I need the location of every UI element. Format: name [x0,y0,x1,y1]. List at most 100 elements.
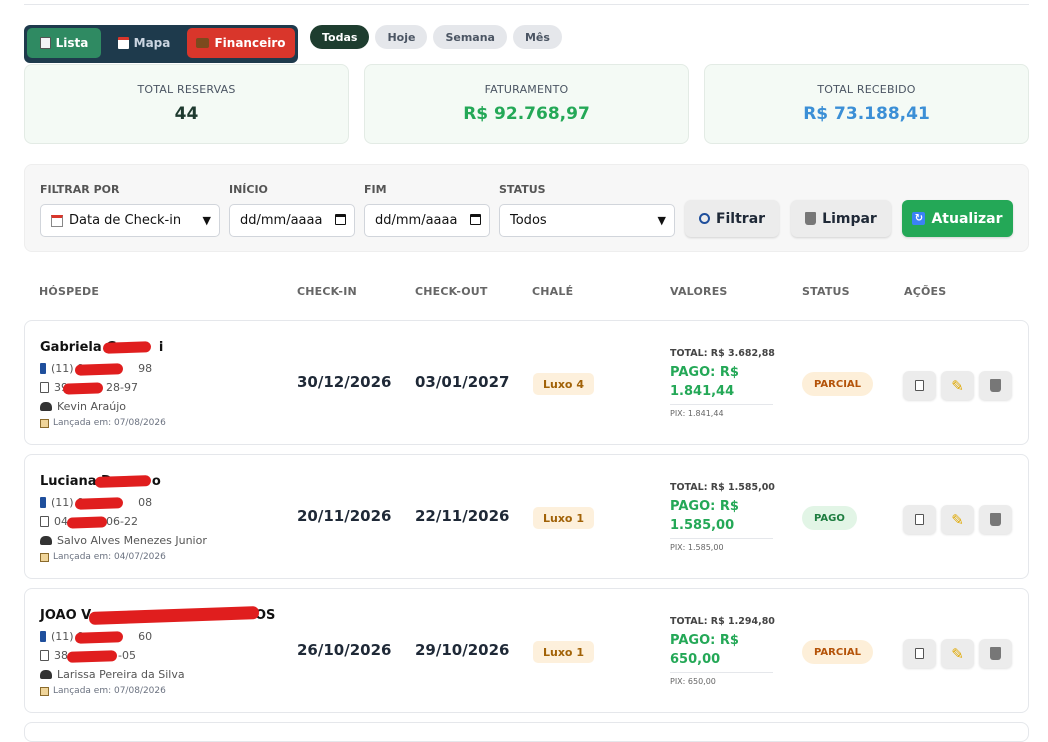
user-icon [40,670,52,679]
delete-button[interactable] [979,639,1012,668]
delete-button[interactable] [979,505,1012,534]
filter-panel: FILTRAR POR Data de Check-in ▼ INÍCIO dd… [24,164,1029,252]
calendar-icon [470,214,481,225]
checkin-date: 20/11/2026 [297,507,392,525]
view-button[interactable] [903,505,936,534]
checkin-date: 26/10/2026 [297,641,392,659]
top-divider [24,4,1029,5]
pencil-icon: ✎ [951,376,964,395]
document-icon [40,382,49,393]
note-icon [40,552,49,562]
period-todas[interactable]: Todas [310,25,370,49]
delete-button[interactable] [979,371,1012,400]
tab-mapa[interactable]: Mapa [105,28,183,58]
trash-icon [990,647,1001,660]
calendar-icon [51,214,63,227]
col-header-valores: VALORES [670,285,728,298]
status-value: Todos [510,213,547,228]
redaction-mark [66,516,108,529]
tab-lista[interactable]: Lista [27,28,101,58]
col-header-acoes: AÇÕES [904,285,947,298]
tab-lista-label: Lista [55,36,89,50]
status-badge: PAGO [802,506,857,530]
redaction-mark [74,497,124,510]
view-button[interactable] [903,639,936,668]
col-header-hospede: HÓSPEDE [39,285,100,298]
paid-value: PAGO: R$ 1.585,00 [670,499,739,533]
col-header-checkin: CHECK-IN [297,285,357,298]
document-icon [915,648,924,659]
launch-date: Lançada em: 04/07/2026 [40,552,166,562]
status-label: STATUS [499,183,546,196]
paid-value: PAGO: R$ 650,00 [670,633,739,667]
launch-date: Lançada em: 07/08/2026 [40,686,166,696]
table-row [24,722,1029,742]
start-date-input[interactable]: dd/mm/aaaa [229,204,355,237]
tab-mapa-label: Mapa [133,36,171,50]
status-badge: PARCIAL [802,640,874,664]
table-row: JOAO VA SANTOS (11) 960 38-05 Larissa Pe… [24,588,1029,713]
period-filter-group: Todas Hoje Semana Mês [310,25,562,49]
filter-by-select[interactable]: Data de Check-in ▼ [40,204,220,237]
end-date-input[interactable]: dd/mm/aaaa [364,204,490,237]
start-date-label: INÍCIO [229,183,268,196]
user-icon [40,536,52,545]
status-badge: PARCIAL [802,372,874,396]
period-hoje[interactable]: Hoje [375,25,428,49]
redaction-mark [74,363,124,376]
checkin-date: 30/12/2026 [297,373,392,391]
redaction-mark [66,650,118,663]
phone-icon [40,363,46,374]
tab-financeiro[interactable]: Financeiro [187,28,295,58]
pix-value: PIX: 1.585,00 [670,543,724,552]
stat-label: FATURAMENTO [484,83,569,96]
col-header-checkout: CHECK-OUT [415,285,488,298]
stat-faturamento: FATURAMENTO R$ 92.768,97 [364,64,689,144]
pencil-icon: ✎ [951,510,964,529]
total-value: TOTAL: R$ 1.294,80 [670,616,775,627]
checkout-date: 29/10/2026 [415,641,510,659]
stat-label: TOTAL RESERVAS [137,83,236,96]
col-header-chale: CHALÉ [532,285,574,298]
chale-badge: Luxo 1 [533,641,594,663]
guest-agent: Kevin Araújo [40,400,126,413]
refresh-icon: ↻ [912,212,926,225]
total-value: TOTAL: R$ 3.682,88 [670,348,775,359]
document-icon [40,650,49,661]
view-switcher: Lista Mapa Financeiro [24,25,298,63]
search-icon [698,213,710,224]
tab-financeiro-label: Financeiro [214,36,286,50]
calendar-icon [335,214,346,225]
period-semana[interactable]: Semana [433,25,507,49]
clipboard-icon [39,37,51,49]
phone-icon [40,497,46,508]
stat-total-recebido: TOTAL RECEBIDO R$ 73.188,41 [704,64,1029,144]
chevron-down-icon: ▼ [202,214,211,227]
end-date-label: FIM [364,183,387,196]
filter-button[interactable]: Filtrar [685,200,779,237]
stat-total-reservas: TOTAL RESERVAS 44 [24,64,349,144]
paid-value: PAGO: R$ 1.841,44 [670,365,739,399]
phone-icon [40,631,46,642]
note-icon [40,686,49,696]
refresh-button-label: Atualizar [931,210,1003,227]
col-header-status: STATUS [802,285,850,298]
checkout-date: 03/01/2027 [415,373,510,391]
period-mes[interactable]: Mês [512,25,562,49]
document-icon [40,516,49,527]
filter-by-label: FILTRAR POR [40,183,120,196]
view-button[interactable] [903,371,936,400]
edit-button[interactable]: ✎ [941,371,974,400]
guest-agent: Salvo Alves Menezes Junior [40,534,207,547]
status-select[interactable]: Todos ▼ [499,204,675,237]
redaction-mark [74,631,124,644]
refresh-button[interactable]: ↻ Atualizar [902,200,1013,237]
clear-button[interactable]: Limpar [791,200,891,237]
edit-button[interactable]: ✎ [941,639,974,668]
pix-value: PIX: 1.841,44 [670,409,724,418]
edit-button[interactable]: ✎ [941,505,974,534]
briefcase-icon [196,38,210,48]
document-icon [915,380,924,391]
end-date-placeholder: dd/mm/aaaa [375,213,458,228]
guest-agent: Larissa Pereira da Silva [40,668,185,681]
